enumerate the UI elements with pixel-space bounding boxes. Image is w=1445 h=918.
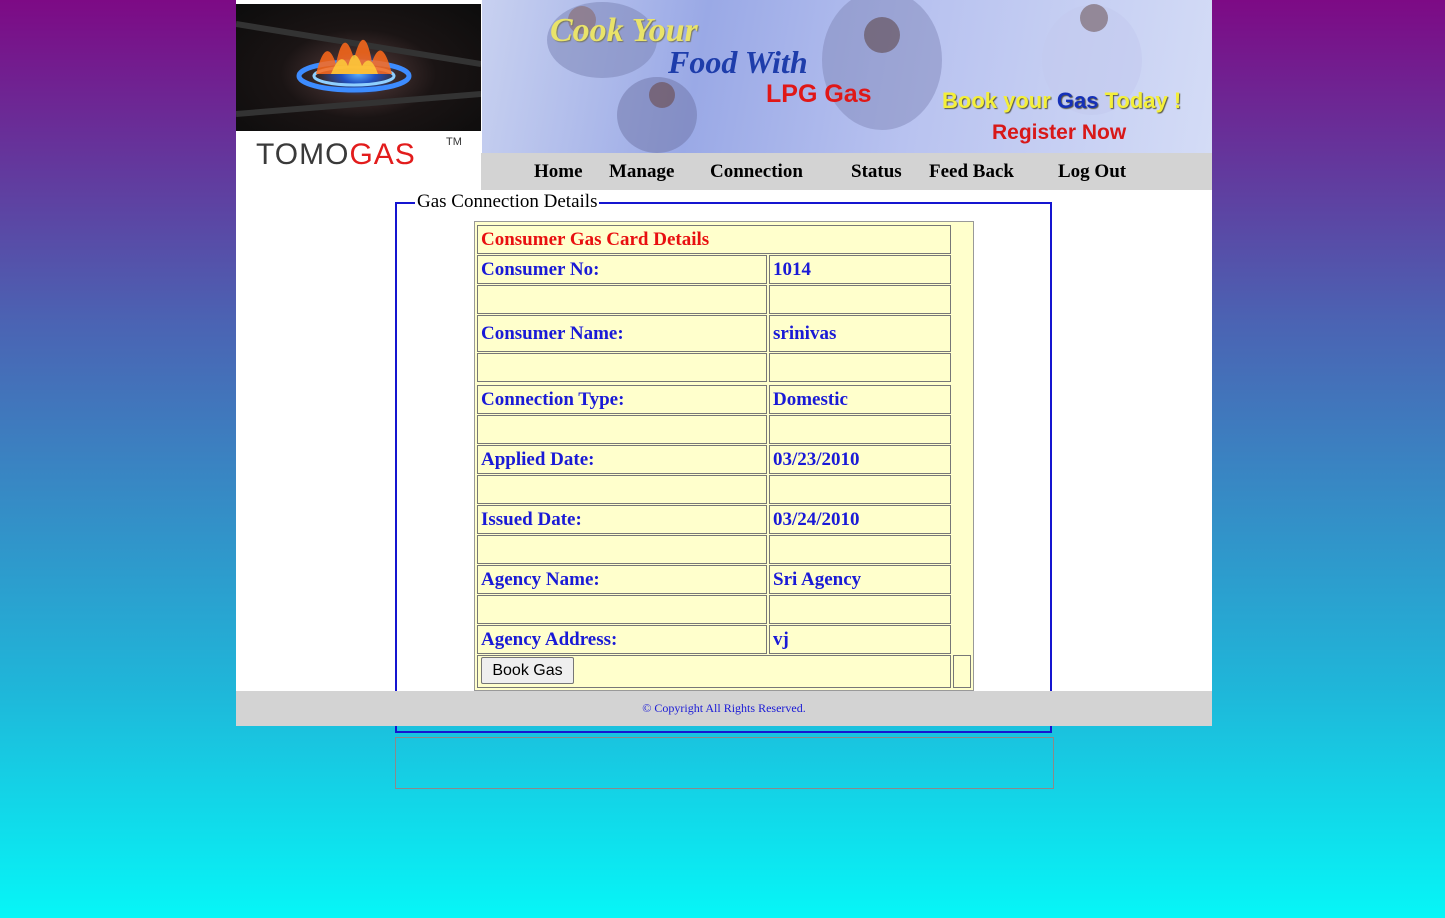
nav-logout[interactable]: Log Out — [1058, 161, 1126, 183]
card-row-value: vj — [769, 625, 951, 654]
card-spacer-cell — [477, 415, 767, 444]
card-spacer-cell — [477, 475, 767, 504]
logo: TOMOGAS TM — [236, 0, 481, 190]
brand-name: TOMOGAS — [256, 138, 416, 171]
card-spacer-cell — [769, 475, 951, 504]
card-row-label: Consumer No: — [477, 255, 767, 284]
promo-banner: Cook Your Food With LPG Gas Book your Ga… — [482, 0, 1212, 153]
banner-book-text: Book your Gas Today ! — [942, 88, 1182, 113]
card-title: Consumer Gas Card Details — [477, 225, 951, 254]
card-spacer-cell — [477, 535, 767, 564]
banner-line-lpg: LPG Gas — [766, 80, 872, 108]
banner-line-food: Food With — [668, 44, 808, 80]
footer: © Copyright All Rights Reserved. — [236, 691, 1212, 726]
card-row-label: Connection Type: — [477, 385, 767, 414]
card-row-value: Domestic — [769, 385, 951, 414]
nav-status[interactable]: Status — [851, 161, 902, 183]
card-row-value: Sri Agency — [769, 565, 951, 594]
nav-feedback[interactable]: Feed Back — [929, 161, 1014, 183]
nav-home[interactable]: Home — [534, 161, 583, 183]
card-spacer-cell — [769, 415, 951, 444]
card-spacer-cell — [477, 595, 767, 624]
card-row-label: Issued Date: — [477, 505, 767, 534]
trademark-mark: TM — [446, 136, 462, 148]
main-nav: Home Manage Connection Status Feed Back … — [481, 153, 1212, 190]
fieldset-legend: Gas Connection Details — [415, 191, 600, 213]
consumer-gas-card-table: Consumer Gas Card Details Consumer No: 10… — [474, 221, 974, 691]
card-spacer-cell — [769, 595, 951, 624]
card-spacer-cell — [477, 285, 767, 314]
card-row-value: 1014 — [769, 255, 951, 284]
gas-flame-image — [236, 4, 481, 131]
card-row-label: Applied Date: — [477, 445, 767, 474]
book-gas-button[interactable]: Book Gas — [481, 657, 574, 684]
nav-connection[interactable]: Connection — [710, 161, 803, 183]
card-spacer-cell — [769, 535, 951, 564]
card-spacer-cell — [769, 353, 951, 382]
nav-manage[interactable]: Manage — [609, 161, 674, 183]
register-now-link[interactable]: Register Now — [992, 121, 1126, 145]
card-spacer-cell — [477, 353, 767, 382]
card-spacer-cell — [769, 285, 951, 314]
card-row-value: srinivas — [769, 315, 951, 352]
lower-empty-box — [395, 737, 1054, 789]
card-row-label: Consumer Name: — [477, 315, 767, 352]
card-row-value: 03/23/2010 — [769, 445, 951, 474]
book-gas-side-cell — [953, 655, 971, 688]
card-row-value: 03/24/2010 — [769, 505, 951, 534]
card-row-label: Agency Name: — [477, 565, 767, 594]
card-row-label: Agency Address: — [477, 625, 767, 654]
